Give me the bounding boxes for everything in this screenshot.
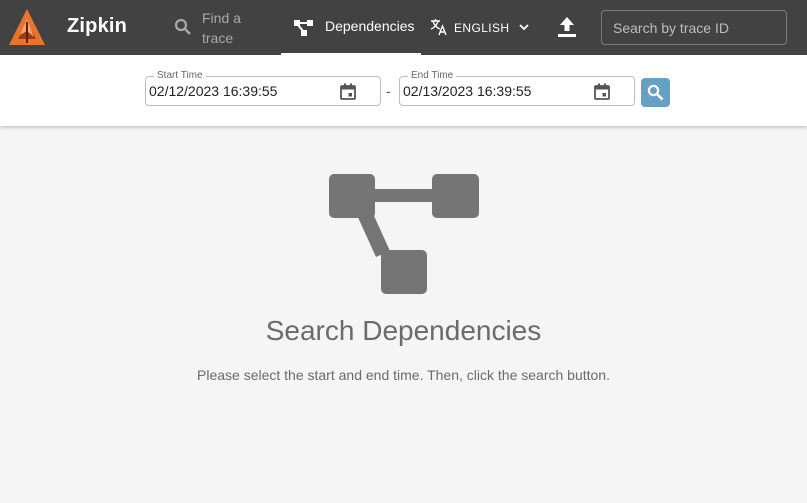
translate-icon	[430, 19, 447, 36]
dependency-graph-icon	[294, 20, 313, 36]
search-dependencies-button[interactable]	[641, 78, 670, 107]
nav-find-trace-label: Find a trace	[202, 10, 241, 46]
start-time-label: Start Time	[154, 70, 206, 82]
end-time-value: 02/13/2023 16:39:55	[403, 83, 532, 99]
brand-name[interactable]: Zipkin	[67, 15, 127, 38]
language-selector[interactable]: ENGLISH	[428, 17, 534, 39]
nav-find-trace[interactable]: Find a trace	[168, 6, 268, 48]
empty-state-subtitle: Please select the start and end time. Th…	[197, 367, 610, 383]
dependencies-filter-bar: Start Time 02/12/2023 16:39:55 - End Tim…	[0, 55, 807, 126]
start-time-value: 02/12/2023 16:39:55	[149, 83, 278, 99]
empty-state-title: Search Dependencies	[265, 315, 542, 346]
dependency-graph-icon	[329, 174, 479, 294]
upload-icon[interactable]	[556, 15, 578, 39]
start-time-field[interactable]: Start Time 02/12/2023 16:39:55	[145, 70, 381, 106]
end-time-label: End Time	[408, 70, 457, 82]
zipkin-logo-icon[interactable]	[8, 8, 46, 48]
calendar-icon[interactable]	[340, 83, 356, 100]
chevron-down-icon	[519, 24, 529, 31]
trace-id-search-input[interactable]	[601, 10, 787, 45]
language-label: ENGLISH	[454, 21, 510, 35]
app-header: Zipkin Find a trace Dependencies ENGLISH	[0, 0, 807, 55]
date-range-separator: -	[386, 83, 391, 99]
end-time-field[interactable]: End Time 02/13/2023 16:39:55	[399, 70, 635, 106]
search-icon	[174, 18, 191, 35]
calendar-icon[interactable]	[594, 83, 610, 100]
search-icon	[647, 84, 664, 101]
nav-dependencies[interactable]: Dependencies	[281, 0, 421, 55]
nav-dependencies-label: Dependencies	[325, 18, 415, 34]
